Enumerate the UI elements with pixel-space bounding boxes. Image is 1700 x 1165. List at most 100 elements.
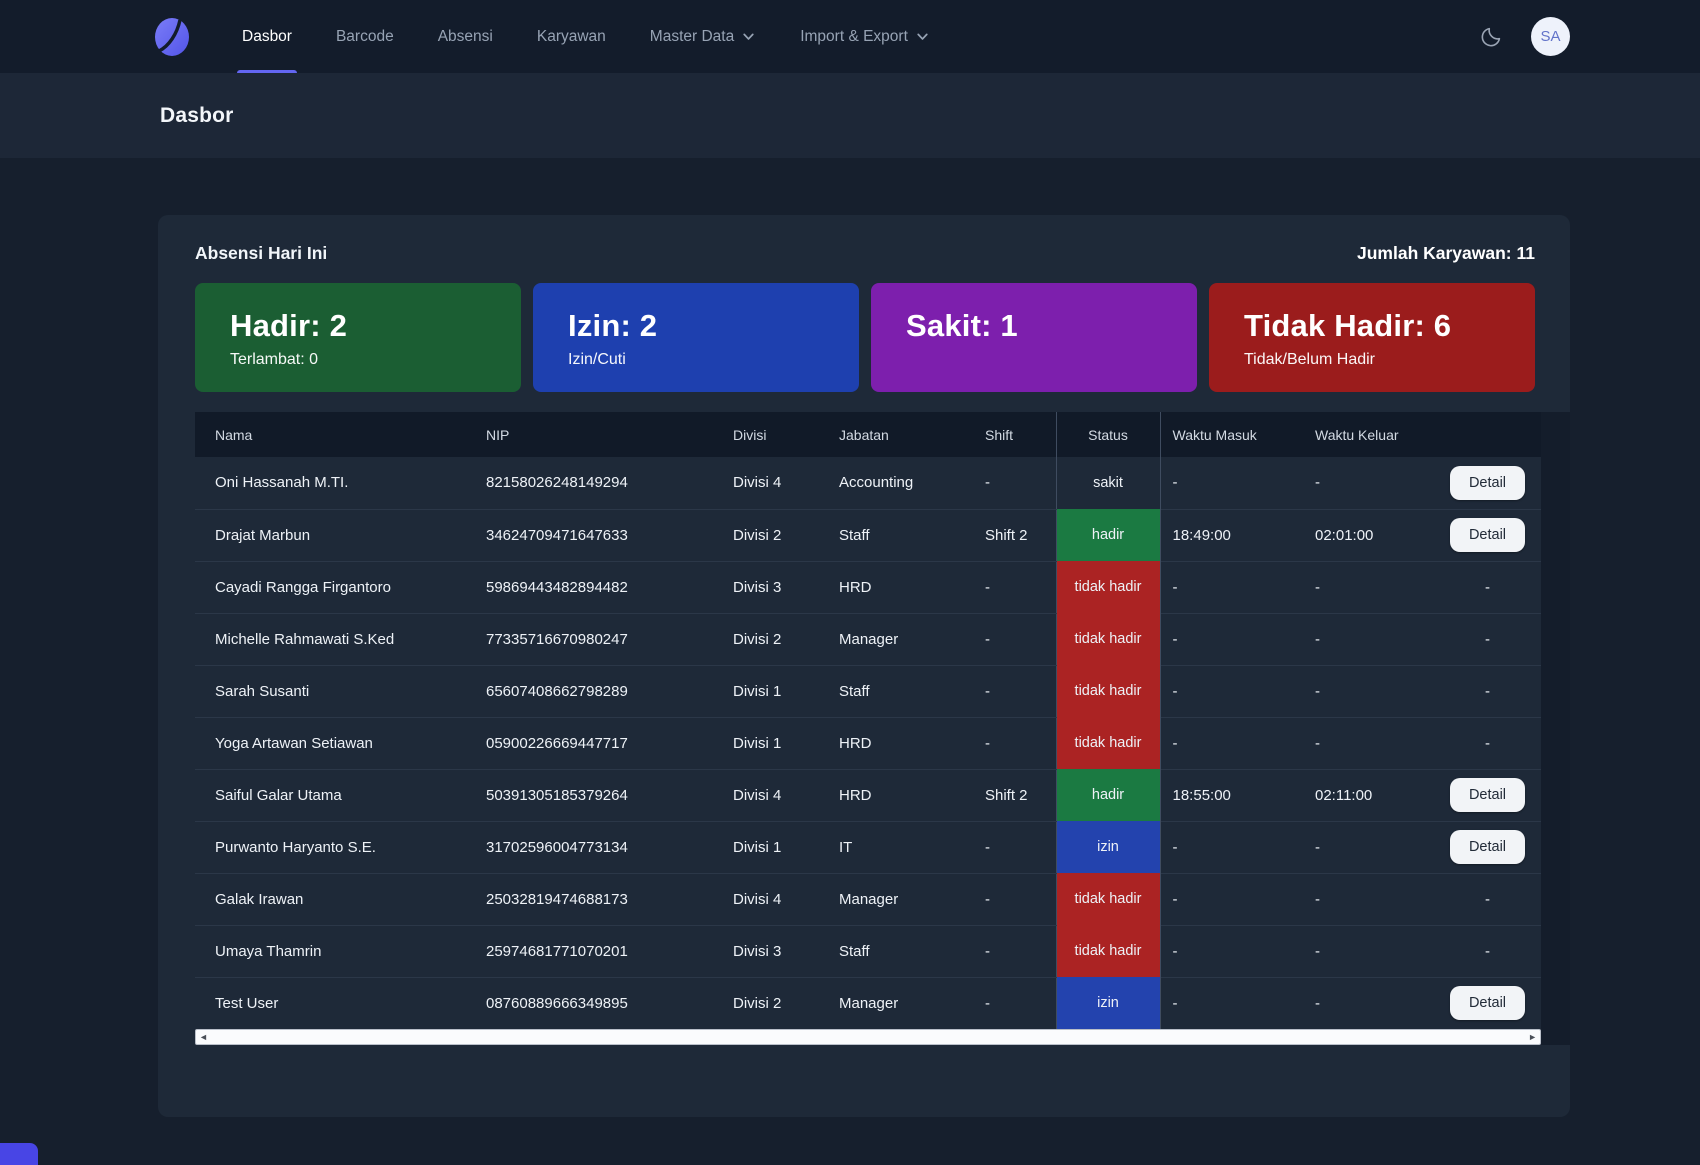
cell-jabatan: Staff	[827, 925, 973, 977]
cell-nama: Purwanto Haryanto S.E.	[195, 821, 474, 873]
cell-nama: Cayadi Rangga Firgantoro	[195, 561, 474, 613]
cell-jabatan: Staff	[827, 509, 973, 561]
moon-sphere-logo-icon	[151, 16, 193, 58]
status-cell: tidak hadir	[1056, 613, 1160, 665]
main-nav: Dasbor Barcode Absensi Karyawan Master Data I…	[242, 0, 930, 73]
cell-nama: Sarah Susanti	[195, 665, 474, 717]
column-header-Waktu Masuk: Waktu Masuk	[1160, 412, 1303, 457]
nav-item-dasbor[interactable]: Dasbor	[242, 0, 292, 73]
detail-button[interactable]: Detail	[1450, 986, 1525, 1020]
main-content: Absensi Hari Ini Jumlah Karyawan: 11 Had…	[0, 215, 1700, 1117]
nav-item-absensi[interactable]: Absensi	[438, 0, 493, 73]
summary-cards: Hadir: 2 Terlambat: 0 Izin: 2Izin/Cuti Saki…	[195, 283, 1535, 392]
avatar[interactable]: SA	[1531, 17, 1570, 56]
horizontal-scrollbar[interactable]: ◄ ►	[195, 1029, 1541, 1045]
detail-button[interactable]: Detail	[1450, 830, 1525, 864]
nav-item-label: Karyawan	[537, 28, 606, 46]
action-cell: Detail	[1434, 509, 1541, 561]
cell-nip: 82158026248149294	[474, 457, 721, 509]
table-row: Sarah Susanti65607408662798289Divisi 1St…	[195, 665, 1541, 717]
action-cell: -	[1434, 613, 1541, 665]
attendance-panel: Absensi Hari Ini Jumlah Karyawan: 11 Had…	[158, 215, 1570, 1117]
chevron-down-icon	[915, 29, 930, 44]
cell-nip: 50391305185379264	[474, 769, 721, 821]
detail-button[interactable]: Detail	[1450, 466, 1525, 500]
scroll-left-arrow-icon[interactable]: ◄	[199, 1033, 208, 1042]
top-navbar: Dasbor Barcode Absensi Karyawan Master Data I…	[0, 0, 1700, 73]
detail-button[interactable]: Detail	[1450, 518, 1525, 552]
nav-item-barcode[interactable]: Barcode	[336, 0, 394, 73]
table-row: Test User08760889666349895Divisi 2Manage…	[195, 977, 1541, 1029]
cell-nama: Galak Irawan	[195, 873, 474, 925]
status-cell: izin	[1056, 821, 1160, 873]
cell-waktu-keluar: -	[1303, 873, 1434, 925]
cell-shift: -	[973, 873, 1056, 925]
cell-waktu-keluar: -	[1303, 457, 1434, 509]
action-cell: -	[1434, 561, 1541, 613]
nav-item-label: Master Data	[650, 28, 734, 46]
cell-nama: Test User	[195, 977, 474, 1029]
column-header-Divisi: Divisi	[721, 412, 827, 457]
nav-item-master-data[interactable]: Master Data	[650, 0, 756, 73]
action-cell: -	[1434, 925, 1541, 977]
table-row: Saiful Galar Utama50391305185379264Divis…	[195, 769, 1541, 821]
action-cell: Detail	[1434, 457, 1541, 509]
summary-card-title: Hadir: 2	[230, 308, 521, 344]
cell-divisi: Divisi 1	[721, 717, 827, 769]
status-cell: tidak hadir	[1056, 873, 1160, 925]
cell-nip: 31702596004773134	[474, 821, 721, 873]
cell-divisi: Divisi 4	[721, 457, 827, 509]
cell-divisi: Divisi 2	[721, 613, 827, 665]
summary-card-subtitle: Terlambat: 0	[230, 351, 521, 369]
cell-jabatan: Manager	[827, 613, 973, 665]
status-cell: tidak hadir	[1056, 717, 1160, 769]
cell-divisi: Divisi 4	[721, 873, 827, 925]
cell-divisi: Divisi 2	[721, 977, 827, 1029]
cell-nama: Yoga Artawan Setiawan	[195, 717, 474, 769]
status-cell: hadir	[1056, 509, 1160, 561]
cell-nip: 25974681771070201	[474, 925, 721, 977]
cell-divisi: Divisi 3	[721, 561, 827, 613]
summary-card-subtitle: Izin/Cuti	[568, 351, 859, 369]
attendance-table: NamaNIPDivisiJabatanShiftStatusWaktu Mas…	[195, 412, 1541, 1029]
scroll-right-arrow-icon[interactable]: ►	[1528, 1033, 1537, 1042]
action-cell: -	[1434, 873, 1541, 925]
cell-waktu-keluar: -	[1303, 925, 1434, 977]
nav-item-import-export[interactable]: Import & Export	[800, 0, 930, 73]
summary-card-title: Tidak Hadir: 6	[1244, 308, 1535, 344]
app-logo[interactable]	[150, 15, 194, 59]
cell-divisi: Divisi 4	[721, 769, 827, 821]
cell-nama: Umaya Thamrin	[195, 925, 474, 977]
column-header-actions	[1434, 412, 1541, 457]
cell-divisi: Divisi 2	[721, 509, 827, 561]
column-header-Status: Status	[1056, 412, 1160, 457]
table-row: Umaya Thamrin25974681771070201Divisi 3St…	[195, 925, 1541, 977]
action-cell: -	[1434, 665, 1541, 717]
detail-button[interactable]: Detail	[1450, 778, 1525, 812]
table-row: Cayadi Rangga Firgantoro5986944348289448…	[195, 561, 1541, 613]
column-header-Jabatan: Jabatan	[827, 412, 973, 457]
cell-waktu-keluar: -	[1303, 977, 1434, 1029]
nav-item-label: Absensi	[438, 28, 493, 46]
nav-item-karyawan[interactable]: Karyawan	[537, 0, 606, 73]
cell-shift: Shift 2	[973, 769, 1056, 821]
summary-card-1: Izin: 2Izin/Cuti	[533, 283, 859, 392]
cell-waktu-masuk: -	[1160, 613, 1303, 665]
cell-jabatan: Accounting	[827, 457, 973, 509]
theme-toggle-button[interactable]	[1479, 25, 1503, 49]
cell-waktu-masuk: -	[1160, 717, 1303, 769]
employee-count: Jumlah Karyawan: 11	[1357, 243, 1535, 264]
status-cell: tidak hadir	[1056, 665, 1160, 717]
status-cell: izin	[1056, 977, 1160, 1029]
cell-shift: -	[973, 925, 1056, 977]
column-header-Nama: Nama	[195, 412, 474, 457]
summary-card-title: Sakit: 1	[906, 308, 1197, 344]
cell-divisi: Divisi 1	[721, 665, 827, 717]
column-header-Shift: Shift	[973, 412, 1056, 457]
cell-divisi: Divisi 3	[721, 925, 827, 977]
cell-shift: -	[973, 561, 1056, 613]
cell-shift: -	[973, 457, 1056, 509]
cell-nip: 05900226669447717	[474, 717, 721, 769]
cell-jabatan: HRD	[827, 561, 973, 613]
cell-divisi: Divisi 1	[721, 821, 827, 873]
